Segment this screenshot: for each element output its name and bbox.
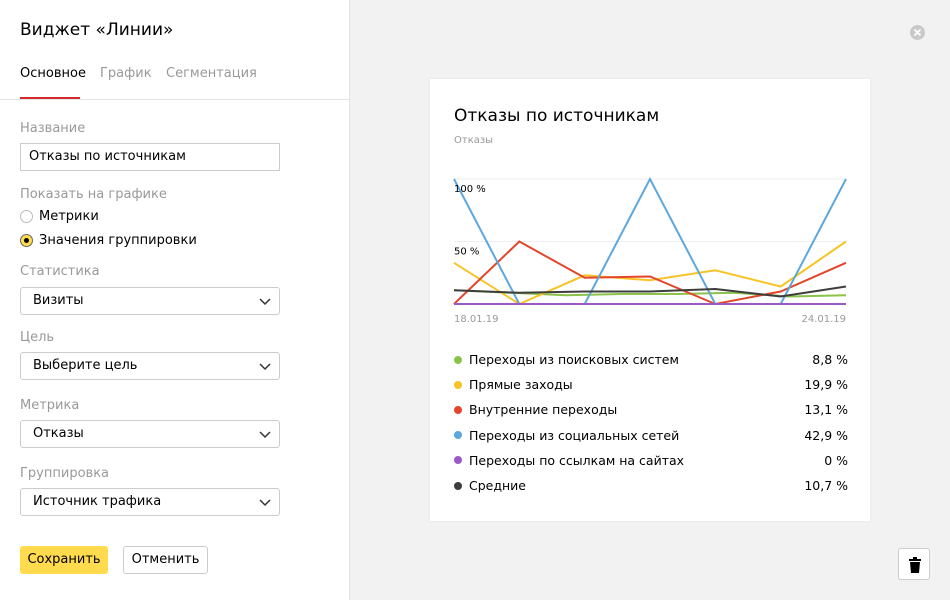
legend-label: Прямые заходы <box>469 377 573 393</box>
tab-segmentation[interactable]: Сегментация <box>166 66 257 81</box>
group-select[interactable]: Источник трафика <box>20 488 280 516</box>
goal-select[interactable]: Выберите цель <box>20 352 280 380</box>
close-button[interactable] <box>910 25 925 40</box>
tab-underline <box>20 97 80 99</box>
line-chart: 100 % 50 % 18.01.19 24.01.19 <box>453 176 847 325</box>
chevron-down-icon <box>259 499 271 507</box>
widget-settings-panel: Виджет «Линии» Основное График Сегментац… <box>0 0 350 600</box>
legend-item[interactable]: Прямые заходы 19,9 % <box>454 372 848 397</box>
legend-label: Переходы из социальных сетей <box>469 427 680 443</box>
legend-item[interactable]: Переходы по ссылкам на сайтах 0 % <box>454 448 848 473</box>
tabs: Основное График Сегментация <box>0 62 349 100</box>
widget-preview-card: Отказы по источникам Отказы 100 % 50 % 18.… <box>430 79 870 521</box>
trash-icon <box>909 557 921 573</box>
group-label: Группировка <box>20 466 110 481</box>
save-button[interactable]: Сохранить <box>20 546 108 574</box>
cancel-button[interactable]: Отменить <box>123 546 208 574</box>
legend-label: Средние <box>469 478 526 494</box>
legend-label: Переходы по ссылкам на сайтах <box>469 452 685 468</box>
panel-title: Виджет «Линии» <box>20 20 174 40</box>
legend-item[interactable]: Внутренние переходы 13,1 % <box>454 397 848 422</box>
chart-grid <box>454 178 846 305</box>
chevron-down-icon <box>259 363 271 371</box>
radio-metrics[interactable]: Метрики <box>20 209 99 224</box>
chevron-down-icon <box>259 298 271 306</box>
legend-color-dot <box>454 431 462 440</box>
legend-label: Переходы из поисковых систем <box>469 352 679 368</box>
chart-legend: Переходы из поисковых систем 8,8 % Прямые … <box>454 347 848 498</box>
delete-button[interactable] <box>898 548 930 580</box>
radio-grouping-circle[interactable] <box>20 234 33 247</box>
tab-chart[interactable]: График <box>100 66 152 81</box>
stat-select-value: Визиты <box>33 293 84 308</box>
radio-grouping[interactable]: Значения группировки <box>20 233 197 248</box>
x-start-label: 18.01.19 <box>454 314 499 325</box>
legend-item[interactable]: Переходы из социальных сетей 42,9 % <box>454 423 848 448</box>
name-input[interactable]: Отказы по источникам <box>20 143 280 171</box>
legend-color-dot <box>454 456 462 465</box>
radio-grouping-label: Значения группировки <box>39 233 197 248</box>
legend-color-dot <box>454 355 462 364</box>
legend-item[interactable]: Средние 10,7 % <box>454 473 848 498</box>
legend-value: 10,7 % <box>804 478 848 494</box>
radio-metrics-circle[interactable] <box>20 210 33 223</box>
legend-value: 19,9 % <box>804 377 848 393</box>
radio-metrics-label: Метрики <box>39 209 99 224</box>
goal-label: Цель <box>20 330 55 345</box>
legend-color-dot <box>454 481 462 490</box>
y-tick-label: 50 % <box>454 247 479 258</box>
metric-label: Метрика <box>20 398 80 413</box>
legend-label: Внутренние переходы <box>469 402 618 418</box>
tab-main[interactable]: Основное <box>20 66 86 81</box>
chevron-down-icon <box>259 431 271 439</box>
legend-value: 8,8 % <box>812 352 848 368</box>
metric-select[interactable]: Отказы <box>20 420 280 448</box>
close-icon <box>913 28 922 37</box>
legend-value: 13,1 % <box>804 402 848 418</box>
legend-color-dot <box>454 380 462 389</box>
show-label: Показать на графике <box>20 187 167 202</box>
stat-label: Статистика <box>20 264 100 279</box>
x-end-label: 24.01.19 <box>801 314 846 325</box>
stat-select[interactable]: Визиты <box>20 287 280 315</box>
legend-value: 42,9 % <box>804 427 848 443</box>
legend-value: 0 % <box>824 452 848 468</box>
metric-select-value: Отказы <box>33 426 84 441</box>
goal-select-value: Выберите цель <box>33 358 138 373</box>
y-tick-label: 100 % <box>454 184 486 195</box>
legend-color-dot <box>454 405 462 414</box>
group-select-value: Источник трафика <box>33 494 162 509</box>
name-label: Название <box>20 121 86 136</box>
legend-item[interactable]: Переходы из поисковых систем 8,8 % <box>454 347 848 372</box>
